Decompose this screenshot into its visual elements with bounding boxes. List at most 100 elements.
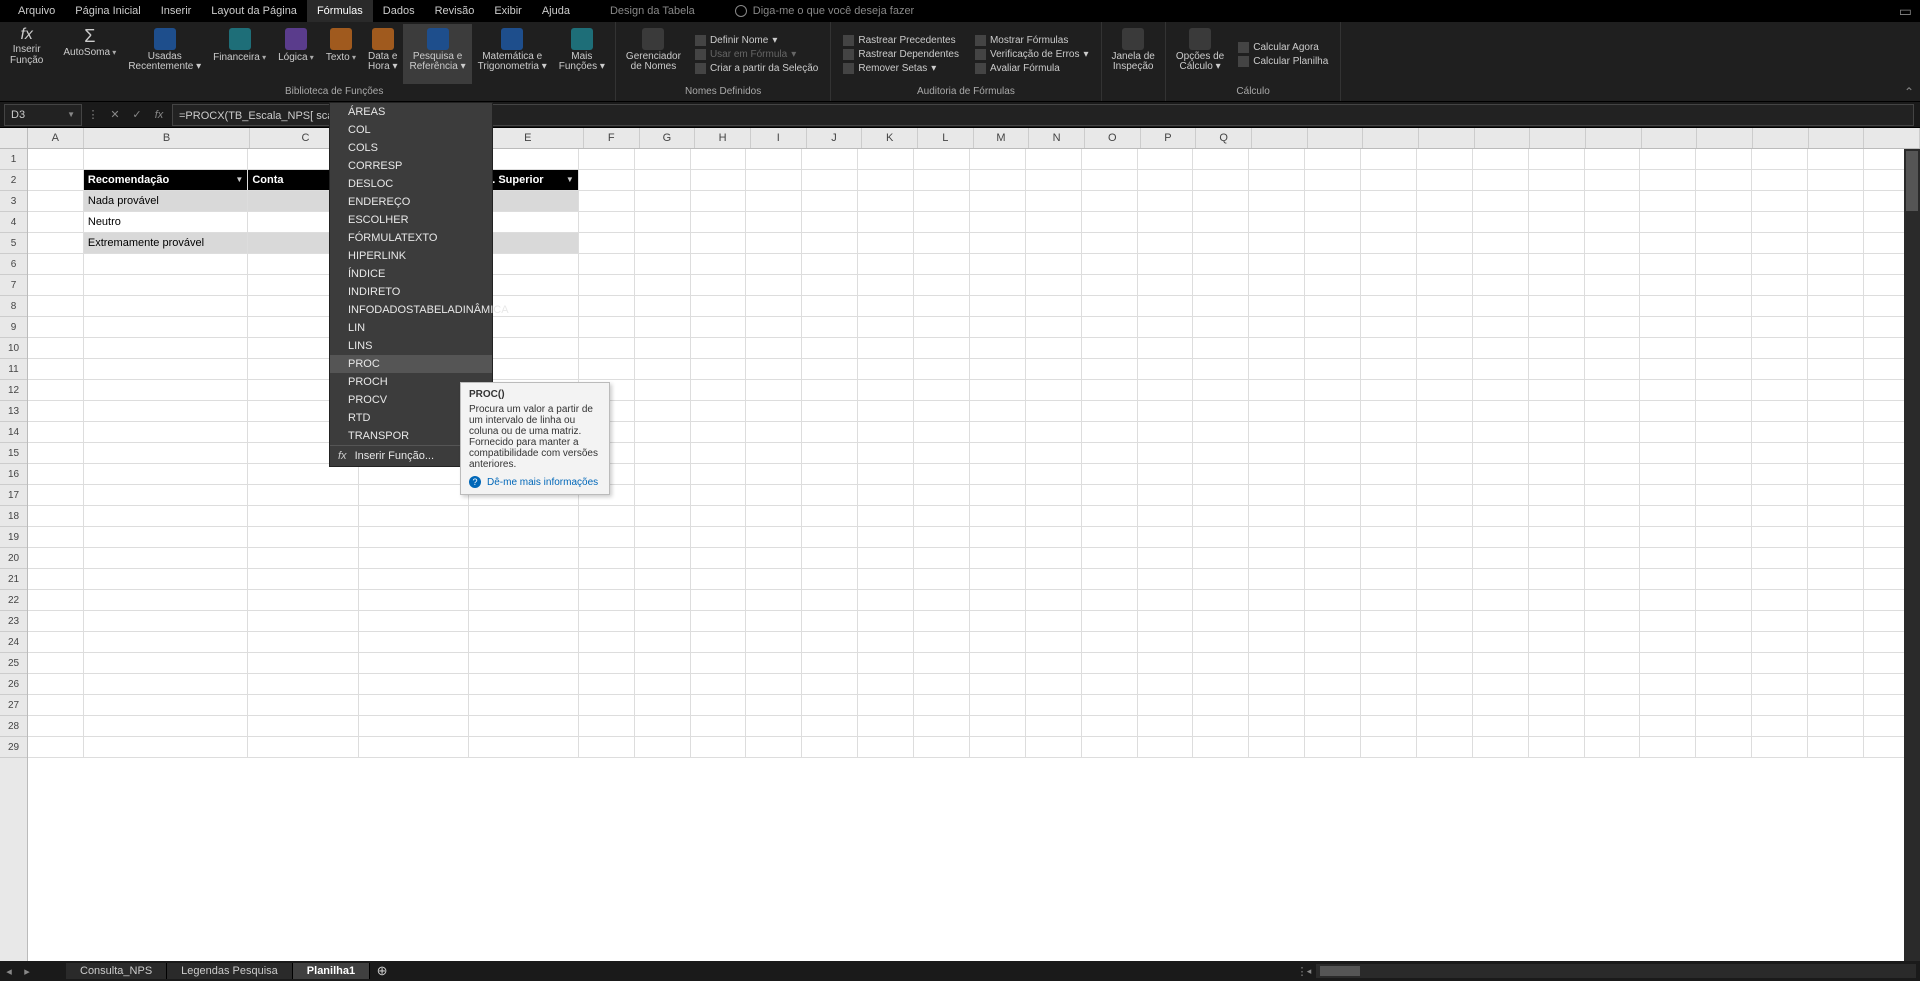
cell-M7[interactable] [970,275,1026,296]
cell-extra[interactable] [1585,611,1641,632]
row-header-15[interactable]: 15 [0,443,27,464]
cell-E28[interactable] [469,716,579,737]
cell-extra[interactable] [1305,380,1361,401]
cell-P3[interactable] [1138,191,1194,212]
cell-extra[interactable] [1808,569,1864,590]
cell-extra[interactable] [1249,695,1305,716]
cell-extra[interactable] [1473,338,1529,359]
cell-extra[interactable] [1752,422,1808,443]
cell-C18[interactable] [248,506,358,527]
cell-P23[interactable] [1138,611,1194,632]
cell-N11[interactable] [1026,359,1082,380]
cell-N28[interactable] [1026,716,1082,737]
cell-extra[interactable] [1473,632,1529,653]
cell-extra[interactable] [1249,233,1305,254]
cell-extra[interactable] [1529,338,1585,359]
cell-Q29[interactable] [1193,737,1249,758]
cell-H22[interactable] [691,590,747,611]
column-header-I[interactable]: I [751,128,807,148]
cell-N2[interactable] [1026,170,1082,191]
cell-A20[interactable] [28,548,84,569]
cell-D19[interactable] [359,527,469,548]
cell-N27[interactable] [1026,695,1082,716]
cell-extra[interactable] [1585,212,1641,233]
cell-Q17[interactable] [1193,485,1249,506]
cell-N25[interactable] [1026,653,1082,674]
cell-G19[interactable] [635,527,691,548]
cell-extra[interactable] [1696,191,1752,212]
cell-extra[interactable] [1752,506,1808,527]
cell-P1[interactable] [1138,149,1194,170]
cell-O16[interactable] [1082,464,1138,485]
cell-extra[interactable] [1585,485,1641,506]
cell-K16[interactable] [858,464,914,485]
cell-P4[interactable] [1138,212,1194,233]
cell-L19[interactable] [914,527,970,548]
cell-extra[interactable] [1640,506,1696,527]
cell-L2[interactable] [914,170,970,191]
row-header-20[interactable]: 20 [0,548,27,569]
cell-O22[interactable] [1082,590,1138,611]
cell-L24[interactable] [914,632,970,653]
cell-extra[interactable] [1249,401,1305,422]
func-menu-item-índice[interactable]: ÍNDICE [330,265,492,283]
cell-K17[interactable] [858,485,914,506]
cell-C27[interactable] [248,695,358,716]
cell-extra[interactable] [1696,233,1752,254]
row-header-6[interactable]: 6 [0,254,27,275]
cell-J21[interactable] [802,569,858,590]
cell-extra[interactable] [1249,674,1305,695]
cell-extra[interactable] [1696,590,1752,611]
cell-O10[interactable] [1082,338,1138,359]
logical-button[interactable]: Lógica [272,24,320,84]
cell-G28[interactable] [635,716,691,737]
cell-F21[interactable] [579,569,635,590]
cell-extra[interactable] [1361,674,1417,695]
cell-extra[interactable] [1249,737,1305,758]
enter-button[interactable]: ✓ [126,108,148,121]
cell-extra[interactable] [1473,170,1529,191]
cell-extra[interactable] [1808,674,1864,695]
cell-F18[interactable] [579,506,635,527]
column-header-extra[interactable] [1753,128,1809,148]
cell-extra[interactable] [1808,737,1864,758]
cell-extra[interactable] [1585,506,1641,527]
cell-B27[interactable] [84,695,248,716]
cell-C19[interactable] [248,527,358,548]
cell-L8[interactable] [914,296,970,317]
cell-I26[interactable] [746,674,802,695]
cell-F22[interactable] [579,590,635,611]
cell-extra[interactable] [1752,674,1808,695]
cell-extra[interactable] [1305,275,1361,296]
cell-extra[interactable] [1808,191,1864,212]
cell-extra[interactable] [1585,716,1641,737]
cell-A29[interactable] [28,737,84,758]
row-header-18[interactable]: 18 [0,506,27,527]
cell-extra[interactable] [1696,317,1752,338]
row-header-10[interactable]: 10 [0,338,27,359]
cell-F6[interactable] [579,254,635,275]
scrollbar-thumb[interactable] [1906,151,1918,211]
cell-A21[interactable] [28,569,84,590]
cell-G15[interactable] [635,443,691,464]
cell-C29[interactable] [248,737,358,758]
cell-extra[interactable] [1696,695,1752,716]
cell-I24[interactable] [746,632,802,653]
cell-extra[interactable] [1417,170,1473,191]
cell-extra[interactable] [1808,254,1864,275]
cell-H3[interactable] [691,191,747,212]
cell-P13[interactable] [1138,401,1194,422]
cell-I4[interactable] [746,212,802,233]
cell-extra[interactable] [1752,317,1808,338]
cell-B5[interactable]: Extremamente provável [84,233,248,254]
cell-P14[interactable] [1138,422,1194,443]
column-header-extra[interactable] [1252,128,1308,148]
cell-extra[interactable] [1417,380,1473,401]
cell-G11[interactable] [635,359,691,380]
cell-I10[interactable] [746,338,802,359]
cell-extra[interactable] [1305,695,1361,716]
cell-Q14[interactable] [1193,422,1249,443]
cell-extra[interactable] [1305,716,1361,737]
cell-O2[interactable] [1082,170,1138,191]
cell-G4[interactable] [635,212,691,233]
